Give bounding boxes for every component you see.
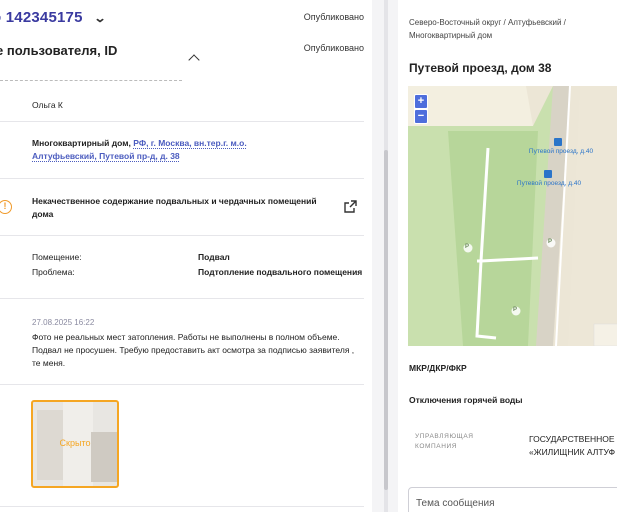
parking-marker: P [513,307,518,313]
photo-attachment[interactable]: Скрыто [31,400,119,488]
building-panel: Северо-Восточный округ / Алтуфьевский / … [398,0,617,512]
divider [0,506,364,507]
request-panel: о 142345175 ⌄ Опубликовано е пользовател… [0,0,372,512]
message-subject-field[interactable] [408,487,617,512]
building-type: Многоквартирный дом, [32,138,131,148]
building-address: Многоквартирный дом, РФ, г. Москва, вн.т… [32,137,282,163]
repair-section-title: МКР/ДКР/ФКР [409,363,467,373]
status-label: Опубликовано [303,12,364,22]
detail-label-room: Помещение: [32,252,82,262]
detail-value-problem: Подтопление подвального помещения [198,267,363,277]
divider [0,384,364,385]
user-section-title: е пользователя, ID [0,43,118,58]
divider [0,178,364,179]
management-company-value: ГОСУДАРСТВЕННОЕ «ЖИЛИЩНИК АЛТУФ [529,434,616,457]
detail-label-problem: Проблема: [32,267,75,277]
user-section-status: Опубликовано [303,43,364,53]
chevron-down-icon: ⌄ [93,11,107,25]
map[interactable]: P P P Путевой проезд, д.40 Путевой проез… [408,86,617,346]
section-divider [0,80,182,81]
hot-water-section-title: Отключения горячей воды [409,395,523,405]
zoom-in-button[interactable]: + [415,95,427,108]
address-link-line1[interactable]: РФ, г. Москва, вн.тер.г. м.о. [133,138,246,148]
bus-stop-label: Путевой проезд, д.40 [528,148,594,155]
issue-title: Некачественное содержание подвальных и ч… [32,196,317,219]
parking-marker: P [548,239,553,245]
management-company-label: УПРАВЛЯЮЩАЯ КОМПАНИЯ [415,433,474,450]
user-name: Ольга К [32,100,63,110]
detail-value-room: Подвал [198,252,230,262]
address-title: Путевой проезд, дом 38 [409,61,552,75]
breadcrumb: Северо-Восточный округ / Алтуфьевский / … [409,18,566,40]
zoom-out-button[interactable]: − [415,110,427,123]
scrollbar-thumb[interactable] [384,150,388,490]
chevron-up-icon[interactable] [188,54,200,66]
divider [0,298,364,299]
request-number: о 142345175 [0,9,83,26]
address-link-line2[interactable]: Алтуфьевский, Путевой пр-д, д. 38 [32,151,180,161]
divider [0,121,364,122]
message-subject-input[interactable] [416,498,616,509]
parking-marker: P [465,244,470,250]
bus-stop-label: Путевой проезд, д.40 [516,180,582,187]
request-number-dropdown[interactable]: о 142345175 ⌄ [0,9,107,26]
bus-stop-icon[interactable] [544,170,552,178]
warning-icon: ! [0,200,12,214]
bus-stop-icon[interactable] [554,138,562,146]
divider [0,235,364,236]
zoom-control: + − [414,94,428,124]
comment-timestamp: 27.08.2025 16:22 [32,318,95,327]
comment-text: Фото не реальных мест затопления. Работы… [32,332,355,368]
hidden-label: Скрыто [59,438,91,448]
external-link-icon[interactable] [344,200,357,213]
